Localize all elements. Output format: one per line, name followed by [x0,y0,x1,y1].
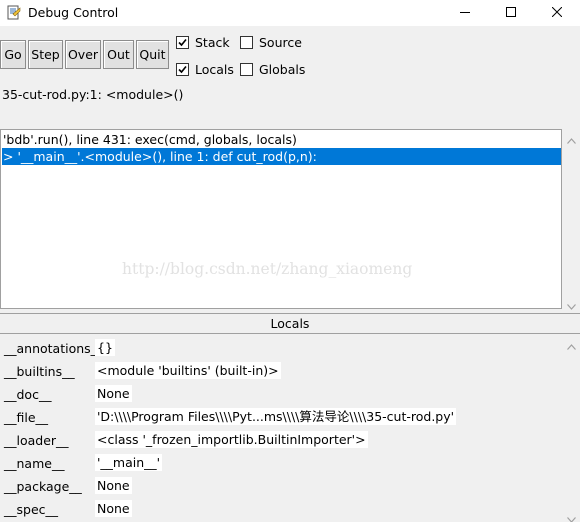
checkbox-box[interactable] [176,62,189,76]
globals-checkbox-label: Globals [259,61,306,77]
stack-scrollbar[interactable] [563,129,580,310]
locals-checkbox-label: Locals [195,61,234,77]
variable-value[interactable]: None [95,500,132,517]
step-button[interactable]: Step [28,40,63,69]
stack-checkbox[interactable]: Stack [176,34,230,50]
variable-name: __name__ [4,456,65,471]
variable-value[interactable]: 'D:\\\\Program Files\\\\Pyt...ms\\\\算法导论… [95,408,457,425]
checkbox-box[interactable] [240,35,253,49]
title-bar: Debug Control [0,0,580,26]
variable-name: __file__ [4,410,49,425]
scroll-down-icon[interactable] [567,512,576,522]
variable-value[interactable]: <module 'builtins' (built-in)> [95,362,281,379]
close-icon [551,6,563,20]
locals-scrollbar[interactable] [563,334,580,522]
python-idle-icon [7,5,21,20]
checkbox-box[interactable] [176,35,189,49]
variable-value[interactable]: None [95,385,132,402]
maximize-icon [506,6,516,20]
checkmark-icon [178,38,187,46]
minimize-button[interactable] [442,0,488,26]
variable-name: __annotations__ [4,341,104,356]
close-button[interactable] [534,0,580,26]
scroll-up-icon[interactable] [567,339,576,353]
variable-name: __spec__ [4,502,59,517]
source-checkbox[interactable]: Source [240,34,302,50]
scroll-down-icon[interactable] [567,299,576,313]
stack-frame-row-selected[interactable]: > '__main__'.<module>(), line 1: def cut… [2,148,561,165]
minimize-icon [460,6,470,20]
stack-listbox[interactable]: 'bdb'.run(), line 431: exec(cmd, globals… [0,129,562,309]
locals-checkbox[interactable]: Locals [176,61,234,77]
quit-button[interactable]: Quit [136,40,169,69]
locals-header: Locals [0,313,580,334]
variable-name: __builtins__ [4,364,75,379]
variable-value[interactable]: None [95,477,132,494]
checkmark-icon [178,65,187,73]
variable-name: __loader__ [4,433,69,448]
out-button[interactable]: Out [103,40,134,69]
maximize-button[interactable] [488,0,534,26]
stack-checkbox-label: Stack [195,34,230,50]
source-checkbox-label: Source [259,34,302,50]
variable-value[interactable]: '__main__' [95,454,163,471]
go-button[interactable]: Go [0,40,26,69]
over-button[interactable]: Over [65,40,101,69]
window-title: Debug Control [28,5,119,20]
variable-name: __package__ [4,479,82,494]
status-line: 35-cut-rod.py:1: <module>() [2,87,184,102]
scroll-up-icon[interactable] [567,133,576,147]
globals-checkbox[interactable]: Globals [240,61,305,77]
checkbox-box[interactable] [240,62,253,76]
variable-value[interactable]: {} [95,339,115,356]
variable-name: __doc__ [4,387,52,402]
stack-frame-row[interactable]: 'bdb'.run(), line 431: exec(cmd, globals… [2,131,561,148]
watermark-text: http://blog.csdn.net/zhang_xiaomeng [122,260,413,278]
variable-value[interactable]: <class '_frozen_importlib.BuiltinImporte… [95,431,368,448]
